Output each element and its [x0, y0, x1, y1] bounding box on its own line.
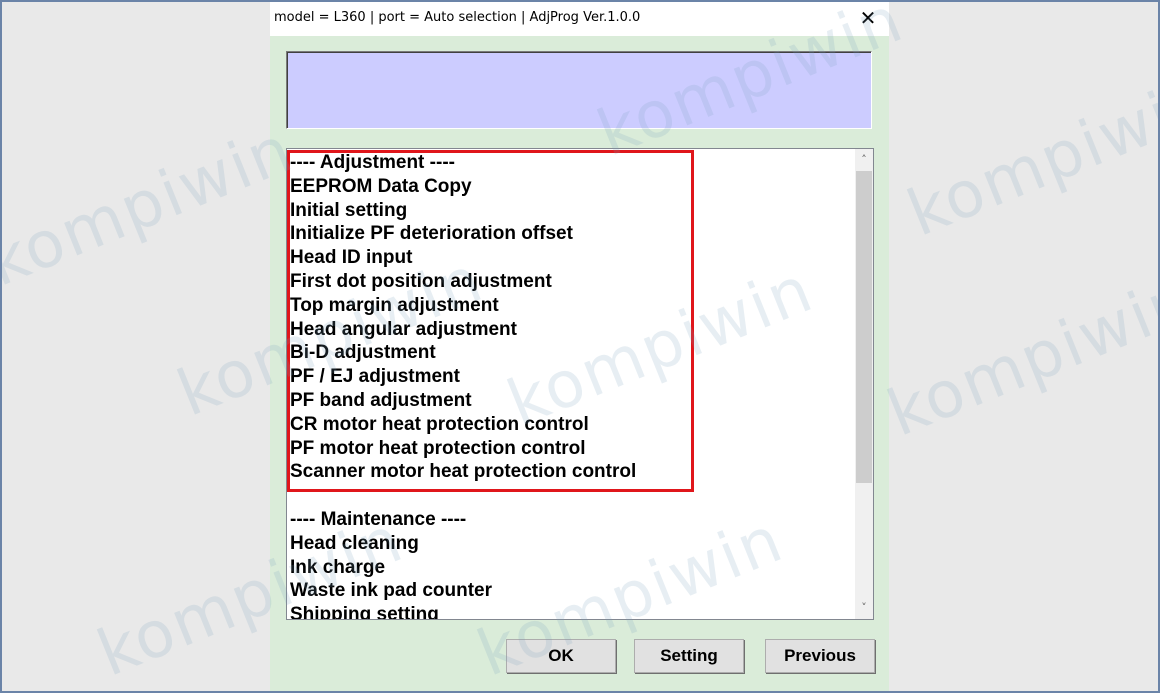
list-item[interactable]: PF band adjustment	[290, 389, 850, 413]
list-item[interactable]: Waste ink pad counter	[290, 579, 850, 603]
watermark-text: kompiwin	[877, 262, 1160, 452]
list-item[interactable]	[290, 484, 850, 508]
list-item[interactable]: ---- Maintenance ----	[290, 508, 850, 532]
title-bar: model = L360 | port = Auto selection | A…	[270, 0, 889, 36]
vertical-scrollbar[interactable]: ˄ ˅	[855, 149, 873, 619]
scroll-down-icon[interactable]: ˅	[855, 599, 873, 617]
list-items: ---- Adjustment ---- EEPROM Data Copy In…	[290, 151, 850, 619]
close-icon[interactable]: ✕	[853, 4, 883, 32]
list-item[interactable]: CR motor heat protection control	[290, 413, 850, 437]
list-item[interactable]: Shipping setting	[290, 603, 850, 619]
scroll-thumb[interactable]	[856, 171, 872, 483]
list-item[interactable]: Head ID input	[290, 246, 850, 270]
list-item[interactable]: PF / EJ adjustment	[290, 365, 850, 389]
list-item[interactable]: Scanner motor heat protection control	[290, 460, 850, 484]
previous-button[interactable]: Previous	[765, 639, 875, 673]
list-item[interactable]: ---- Adjustment ----	[290, 151, 850, 175]
list-item[interactable]: Head angular adjustment	[290, 318, 850, 342]
list-item[interactable]: Initial setting	[290, 199, 850, 223]
adjprog-dialog: model = L360 | port = Auto selection | A…	[270, 0, 889, 693]
list-item[interactable]: Ink charge	[290, 556, 850, 580]
ok-button[interactable]: OK	[506, 639, 616, 673]
watermark-text: kompiwin	[0, 112, 304, 302]
list-item[interactable]: Head cleaning	[290, 532, 850, 556]
scroll-up-icon[interactable]: ˄	[855, 151, 873, 169]
list-item[interactable]: Initialize PF deterioration offset	[290, 222, 850, 246]
list-item[interactable]: First dot position adjustment	[290, 270, 850, 294]
setting-button[interactable]: Setting	[634, 639, 744, 673]
list-item[interactable]: Top margin adjustment	[290, 294, 850, 318]
status-panel	[286, 51, 872, 129]
menu-listbox[interactable]: ---- Adjustment ---- EEPROM Data Copy In…	[286, 148, 874, 620]
list-item[interactable]: PF motor heat protection control	[290, 437, 850, 461]
watermark-text: kompiwin	[897, 62, 1160, 252]
list-item[interactable]: EEPROM Data Copy	[290, 175, 850, 199]
window-title: model = L360 | port = Auto selection | A…	[274, 10, 641, 25]
list-item[interactable]: Bi-D adjustment	[290, 341, 850, 365]
